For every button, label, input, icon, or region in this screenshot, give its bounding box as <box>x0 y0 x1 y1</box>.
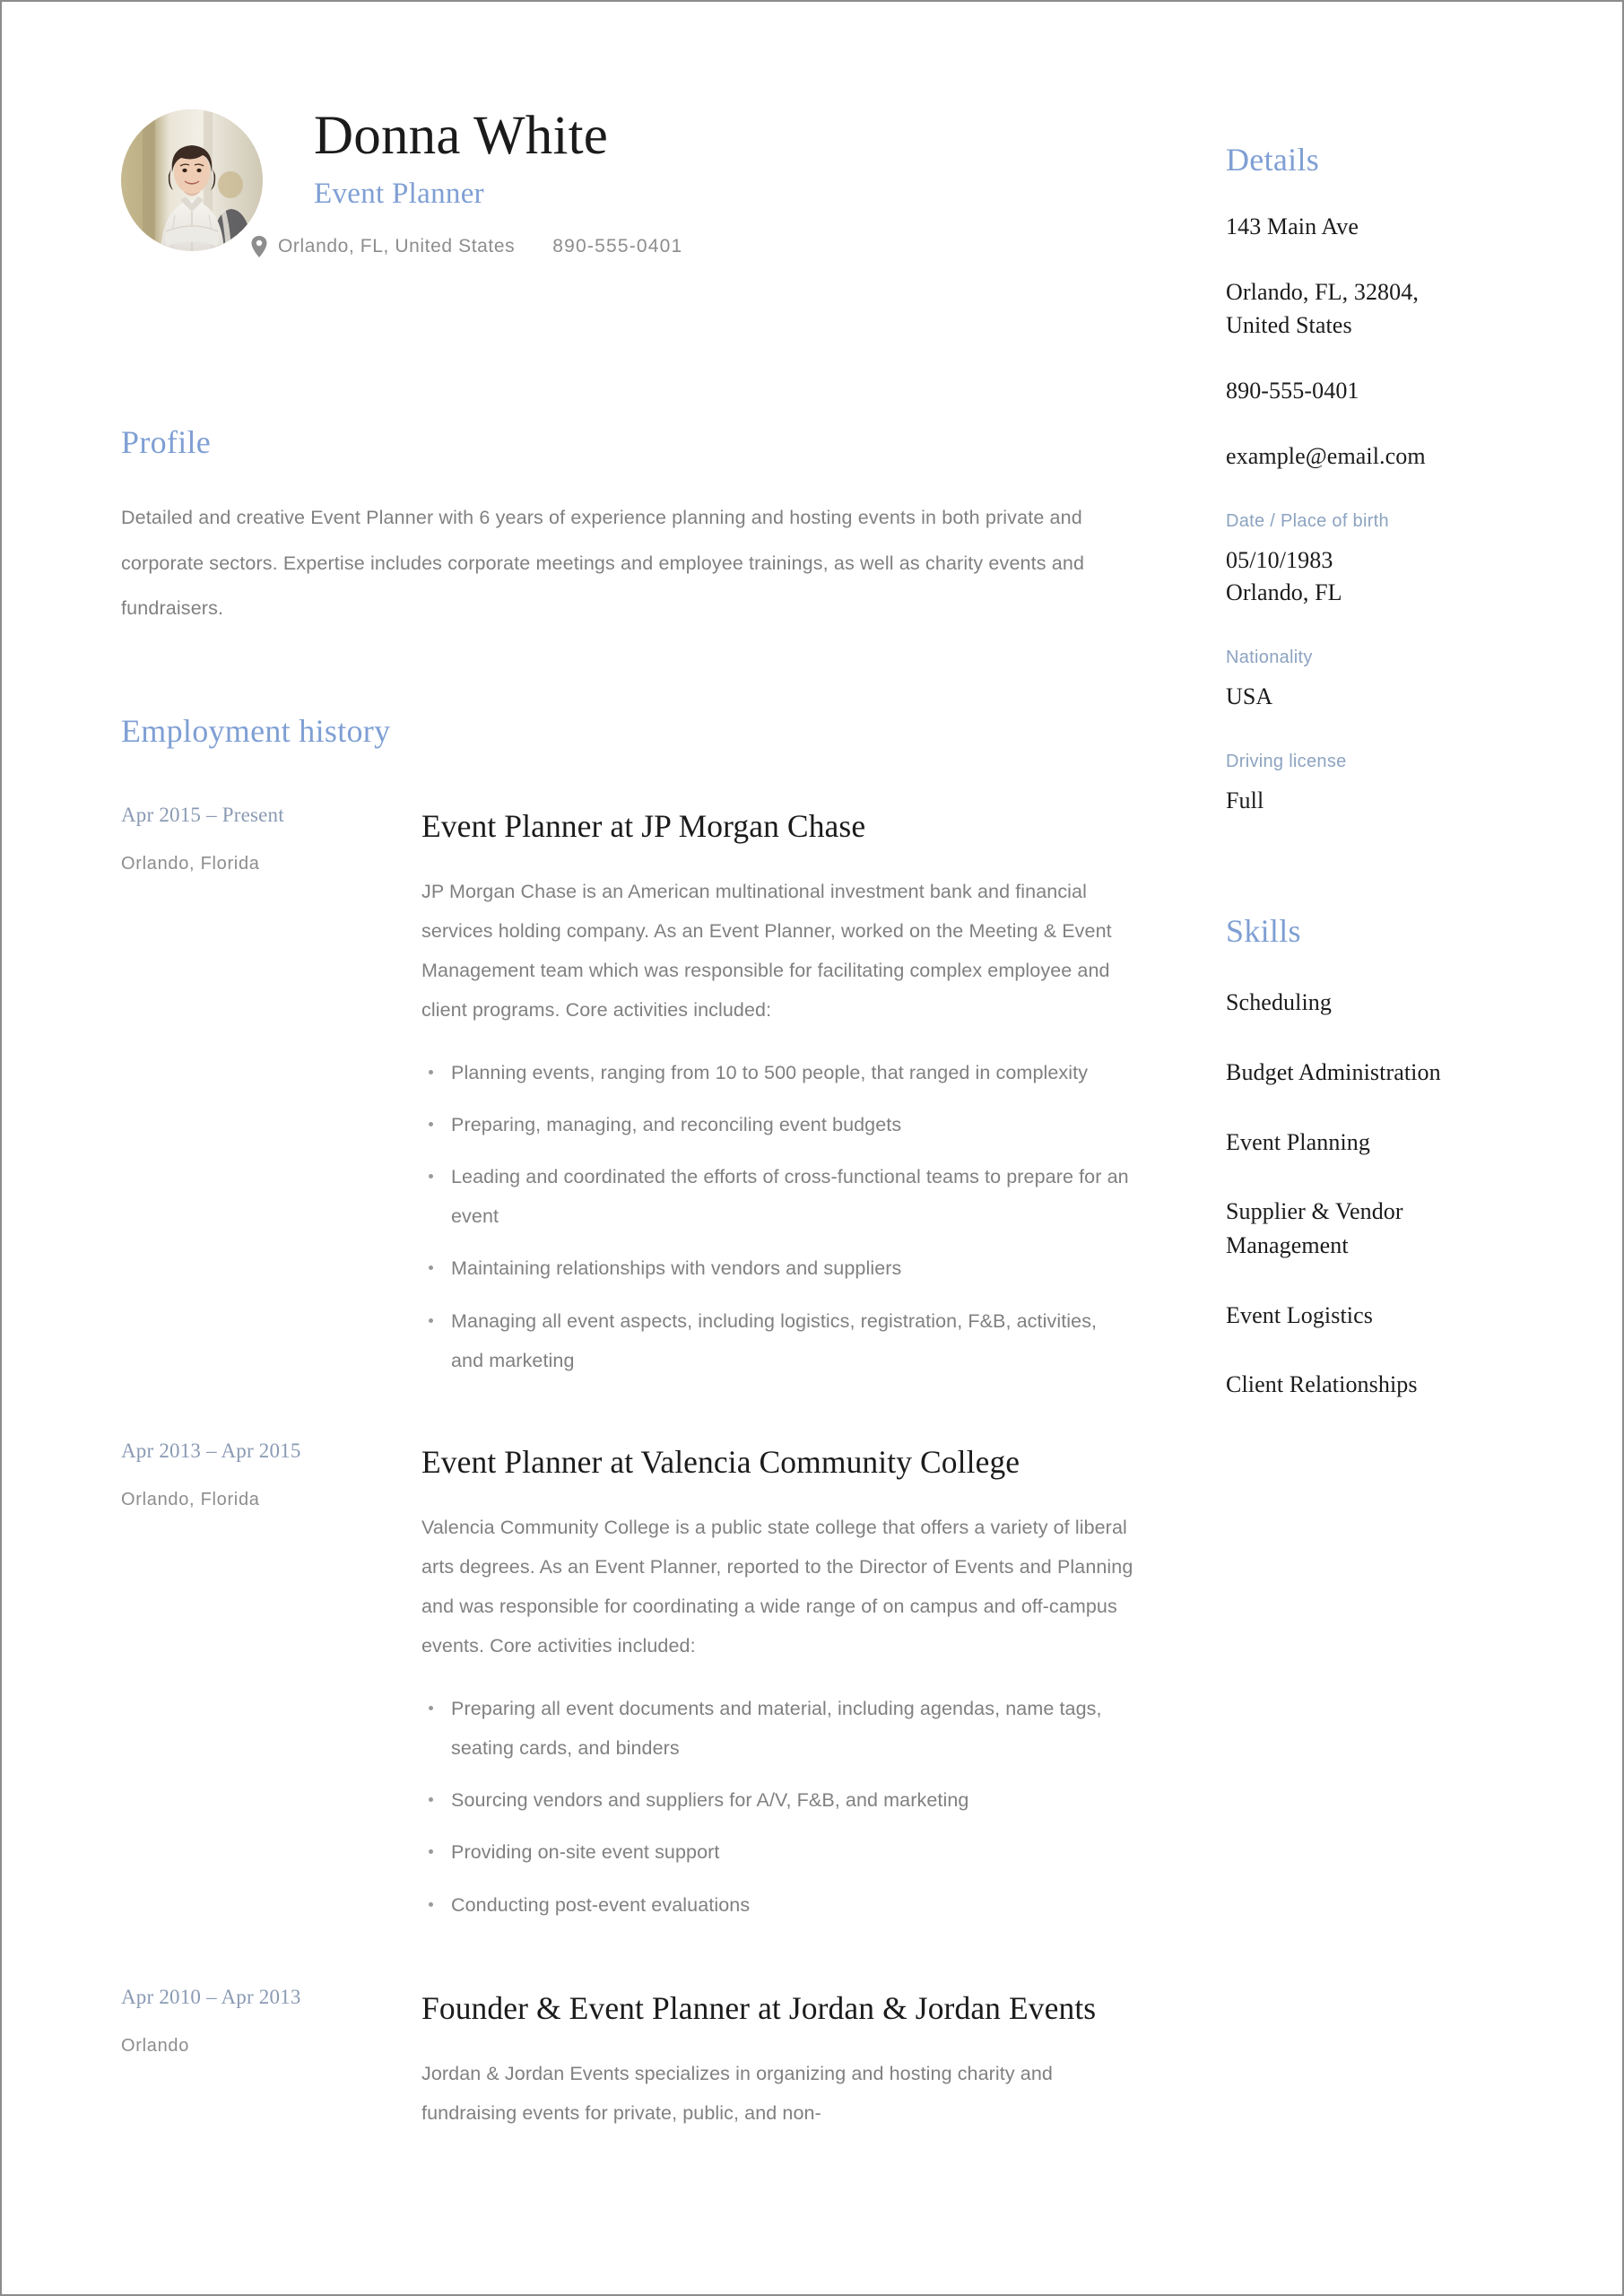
job-title: Founder & Event Planner at Jordan & Jord… <box>421 1989 1097 2026</box>
job-description: Valencia Community College is a public s… <box>421 1517 1133 1657</box>
avatar <box>121 109 263 251</box>
detail-phone: 890-555-0401 <box>1226 377 1359 404</box>
job-title: Event Planner at Valencia Community Coll… <box>421 1443 1020 1480</box>
profile-heading: Profile <box>121 424 212 460</box>
skill-item: Budget Administration <box>1226 1058 1441 1085</box>
detail-address-city: Orlando, FL, 32804, United States <box>1226 276 1531 343</box>
job-body: Founder & Event Planner at Jordan & Jord… <box>421 1986 1134 2134</box>
detail-birth-value: 05/10/1983 Orlando, FL <box>1226 544 1531 611</box>
skills-section: Skills Scheduling Budget Administration … <box>1226 912 1531 1402</box>
job-body: Event Planner at Valencia Community Coll… <box>421 1439 1134 1925</box>
detail-address-street: 143 Main Ave <box>1226 213 1359 239</box>
skill-item: Event Logistics <box>1226 1301 1373 1328</box>
job-description: JP Morgan Chase is an American multinati… <box>421 880 1112 1022</box>
job-bullet: Managing all event aspects, including lo… <box>421 1301 1134 1380</box>
detail-birth-place: Orlando, FL <box>1226 579 1342 606</box>
job-bullet: Sourcing vendors and suppliers for A/V, … <box>421 1780 1134 1820</box>
header-job-title: Event Planner <box>314 178 484 211</box>
header-location: Orlando, FL, United States <box>278 236 516 257</box>
detail-nationality-label: Nationality <box>1226 648 1313 668</box>
skills-heading: Skills <box>1226 913 1301 950</box>
skill-item: Supplier & Vendor Management <box>1226 1198 1403 1258</box>
detail-address-city-line1: Orlando, FL, 32804, <box>1226 278 1419 305</box>
detail-birth-date: 05/10/1983 <box>1226 546 1333 573</box>
resume-page: Donna White Event Planner Orlando, FL, U… <box>0 0 1624 2296</box>
detail-license-value: Full <box>1226 787 1264 814</box>
job-location: Orlando <box>121 2035 190 2056</box>
details-section: Details 143 Main Ave Orlando, FL, 32804,… <box>1226 141 1531 818</box>
main-column: Donna White Event Planner Orlando, FL, U… <box>121 2 1134 2133</box>
job-bullet: Providing on-site event support <box>421 1832 1134 1872</box>
job-location: Orlando, Florida <box>121 1489 260 1509</box>
job-meta: Apr 2010 – Apr 2013 Orlando <box>121 1986 399 2057</box>
header-contact-line: Orlando, FL, United States 890-555-0401 <box>251 236 1134 258</box>
job-meta: Apr 2015 – Present Orlando, Florida <box>121 804 399 874</box>
job-location: Orlando, Florida <box>121 853 260 874</box>
employment-heading: Employment history <box>121 712 391 749</box>
detail-birth-label: Date / Place of birth <box>1226 510 1389 531</box>
skill-item: Scheduling <box>1226 989 1332 1016</box>
job-bullet: Planning events, ranging from 10 to 500 … <box>421 1053 1134 1092</box>
job-entry: Apr 2013 – Apr 2015 Orlando, Florida Eve… <box>121 1439 1134 1925</box>
detail-nationality-value: USA <box>1226 683 1273 710</box>
header-phone: 890-555-0401 <box>552 236 683 257</box>
job-bullet: Maintaining relationships with vendors a… <box>421 1248 1134 1288</box>
profile-body: Detailed and creative Event Planner with… <box>121 507 1085 620</box>
job-title: Event Planner at JP Morgan Chase <box>421 807 866 844</box>
details-heading: Details <box>1226 142 1320 178</box>
job-entry: Apr 2015 – Present Orlando, Florida Even… <box>121 804 1134 1380</box>
page-title: Donna White <box>314 106 609 166</box>
job-bullet: Conducting post-event evaluations <box>421 1885 1134 1925</box>
skill-item: Event Planning <box>1226 1128 1370 1155</box>
job-description: Jordan & Jordan Events specializes in or… <box>421 2063 1053 2125</box>
job-dates: Apr 2015 – Present <box>121 803 284 826</box>
job-meta: Apr 2013 – Apr 2015 Orlando, Florida <box>121 1439 399 1510</box>
resume-header: Donna White Event Planner Orlando, FL, U… <box>121 2 1134 287</box>
skill-item: Client Relationships <box>1226 1371 1418 1398</box>
job-dates: Apr 2010 – Apr 2013 <box>121 1985 301 2008</box>
header-text: Donna White Event Planner <box>314 106 1134 211</box>
job-body: Event Planner at JP Morgan Chase JP Morg… <box>421 804 1134 1380</box>
resume-sheet: Donna White Event Planner Orlando, FL, U… <box>2 2 1622 2294</box>
employment-section: Employment history Apr 2015 – Present Or… <box>121 712 1134 2134</box>
detail-email[interactable]: example@email.com <box>1226 440 1531 474</box>
map-pin-icon <box>251 236 267 258</box>
profile-section: Profile Detailed and creative Event Plan… <box>121 423 1134 631</box>
sidebar-column: Details 143 Main Ave Orlando, FL, 32804,… <box>1226 2 1531 1402</box>
job-dates: Apr 2013 – Apr 2015 <box>121 1439 301 1462</box>
detail-license-label: Driving license <box>1226 752 1347 772</box>
detail-address-city-line2: United States <box>1226 311 1352 338</box>
job-bullet: Preparing, managing, and reconciling eve… <box>421 1105 1134 1144</box>
job-bullet-list: Preparing all event documents and materi… <box>421 1689 1134 1924</box>
job-bullet: Preparing all event documents and materi… <box>421 1689 1134 1768</box>
job-bullet: Leading and coordinated the efforts of c… <box>421 1157 1134 1236</box>
job-entry: Apr 2010 – Apr 2013 Orlando Founder & Ev… <box>121 1986 1134 2134</box>
job-bullet-list: Planning events, ranging from 10 to 500 … <box>421 1053 1134 1379</box>
